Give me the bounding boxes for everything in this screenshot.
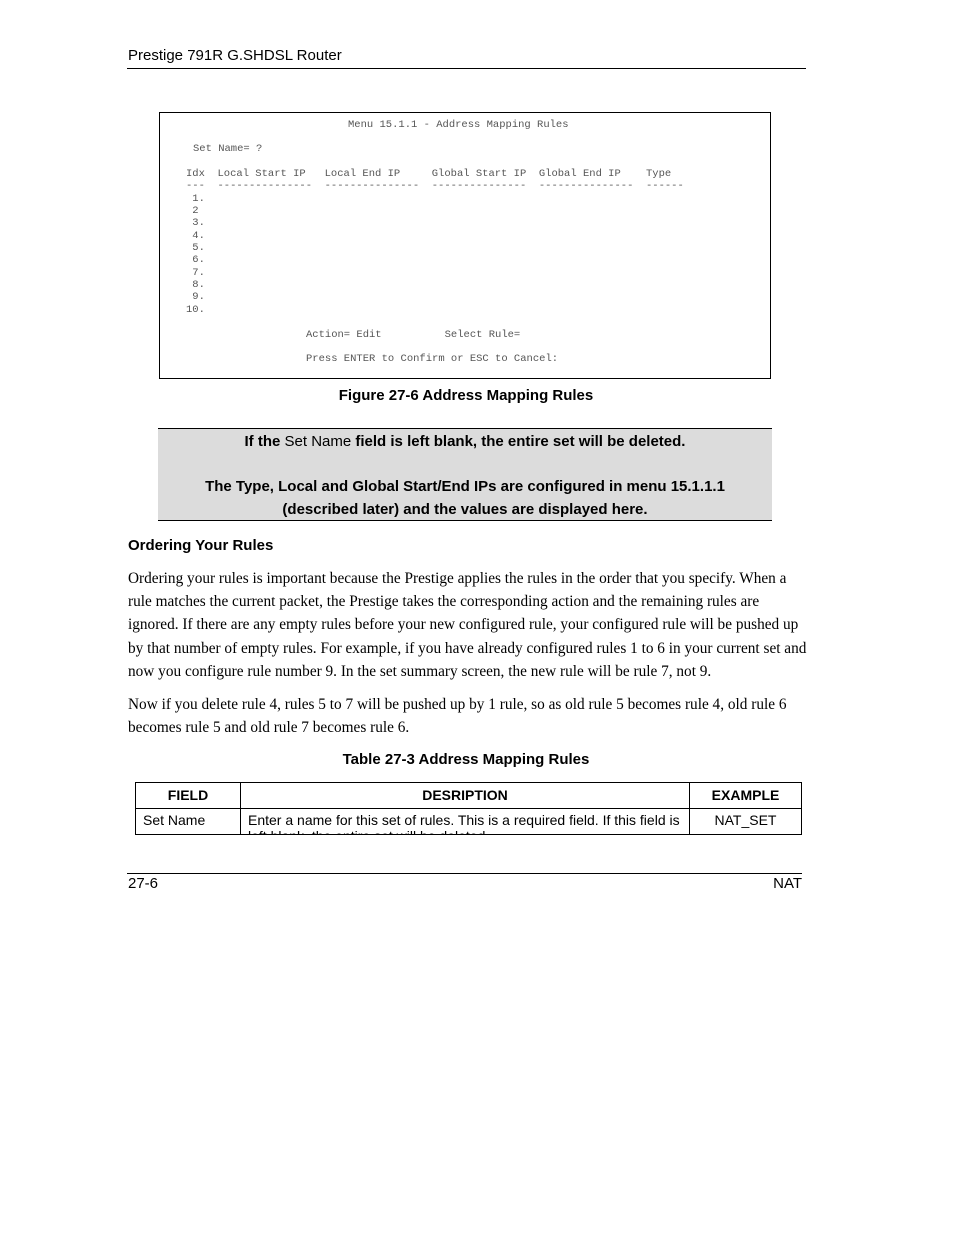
table-row: Set Name Enter a name for this set of ru… <box>135 808 802 835</box>
note-line-1: If the Set Name field is left blank, the… <box>158 433 772 450</box>
rule-index: 3. <box>186 217 205 229</box>
table-header-row: FIELD DESRIPTION EXAMPLE <box>135 782 802 809</box>
header-divider <box>127 68 806 69</box>
separator-line: --- --------------- --------------- ----… <box>186 180 684 192</box>
page-number: 27-6 <box>128 875 159 892</box>
rule-index: 5. <box>186 242 205 254</box>
example-cell: NAT_SET <box>689 808 802 835</box>
action-line: Action= Edit Select Rule= <box>306 329 521 341</box>
set-name-line: Set Name= ? <box>193 143 263 155</box>
chapter-name: NAT <box>773 875 802 892</box>
column-header-example: EXAMPLE <box>689 782 802 809</box>
rule-index: 1. <box>186 193 205 205</box>
running-header-title: Prestige 791R G.SHDSL Router <box>128 47 342 64</box>
note-field-name: Set Name <box>284 433 352 450</box>
rule-index: 6. <box>186 254 205 266</box>
column-header-line: Idx Local Start IP Local End IP Global S… <box>186 168 672 180</box>
column-header-field: FIELD <box>135 782 241 809</box>
section-heading: Ordering Your Rules <box>128 537 274 554</box>
figure-caption: Figure 27-6 Address Mapping Rules <box>338 387 594 404</box>
note-box: If the Set Name field is left blank, the… <box>158 428 772 521</box>
rule-index: 4. <box>186 230 205 242</box>
field-name: Set Name <box>143 812 206 828</box>
body-paragraph: Ordering your rules is important because… <box>128 570 807 680</box>
table-caption: Table 27-3 Address Mapping Rules <box>342 751 590 768</box>
menu-title: Menu 15.1.1 - Address Mapping Rules <box>348 119 569 131</box>
field-description: Enter a name for this set of rules. This… <box>248 812 680 834</box>
note-text: If the <box>244 433 285 450</box>
menu-screen-figure: Menu 15.1.1 - Address Mapping Rules Set … <box>159 112 771 379</box>
field-example: NAT_SET <box>714 812 777 828</box>
field-cell: Set Name <box>135 808 241 835</box>
column-header-description: DESRIPTION <box>240 782 690 809</box>
description-cell: Enter a name for this set of rules. This… <box>240 808 690 835</box>
rule-index: 7. <box>186 267 205 279</box>
note-text: field is left blank, the entire set will… <box>351 433 686 450</box>
rule-index: 2 <box>186 205 199 217</box>
confirm-prompt: Press ENTER to Confirm or ESC to Cancel: <box>306 353 559 365</box>
rule-index: 9. <box>186 291 205 303</box>
address-mapping-rules-table: FIELD DESRIPTION EXAMPLE Set Name Enter … <box>135 782 802 835</box>
body-paragraph: Now if you delete rule 4, rules 5 to 7 w… <box>128 696 787 737</box>
note-line-2: The Type, Local and Global Start/End IPs… <box>205 478 725 518</box>
rule-index: 8. <box>186 279 205 291</box>
rule-index: 10. <box>186 304 205 316</box>
footer-divider <box>127 873 802 874</box>
